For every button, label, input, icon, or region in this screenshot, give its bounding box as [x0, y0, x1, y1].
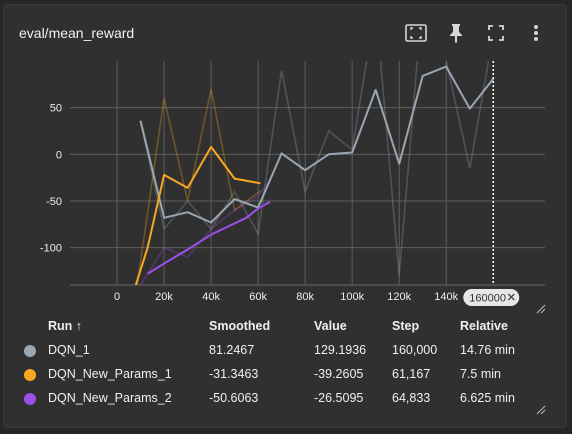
- card-header: eval/mean_reward: [4, 5, 566, 61]
- smoothed-series-line: [139, 65, 495, 224]
- x-tick-label: 80k: [296, 291, 314, 303]
- smoothed-value: 81.2467: [209, 343, 255, 357]
- run-color-dot: [24, 345, 36, 357]
- x-tick-label: 60k: [249, 291, 267, 303]
- step-value: 64,833: [392, 391, 431, 405]
- table-row[interactable]: DQN_1 81.2467 129.1936 160,000 14.76 min: [4, 339, 568, 363]
- col-header-smoothed[interactable]: Smoothed: [209, 319, 270, 333]
- col-header-value[interactable]: Value: [314, 319, 347, 333]
- relative-time: 6.625 min: [460, 391, 515, 405]
- y-tick-label: -100: [40, 243, 62, 255]
- x-tick-label: 40k: [202, 291, 220, 303]
- step-value: 160,000: [392, 343, 438, 357]
- raw-series-line: [139, 61, 490, 276]
- x-tick-label: 120k: [387, 291, 411, 303]
- table-row[interactable]: DQN_New_Params_2 -50.6063 -26.5095 64,83…: [4, 387, 568, 411]
- raw-value: -26.5095: [314, 391, 364, 405]
- run-color-dot: [24, 369, 36, 381]
- smoothed-series-line: [147, 201, 271, 275]
- smoothed-value: -31.3463: [209, 367, 259, 381]
- run-name: DQN_New_Params_2: [48, 391, 172, 405]
- relative-time: 14.76 min: [460, 343, 515, 357]
- step-chip-label: 160000: [469, 293, 506, 305]
- col-header-run[interactable]: Run ↑: [48, 319, 82, 333]
- fullscreen-icon[interactable]: [484, 21, 508, 45]
- x-tick-label: 0: [114, 291, 120, 303]
- line-chart[interactable]: -100 -50 0 50 0 20k 40k 60k 80k 100k 120k 140k 16000…: [4, 59, 568, 315]
- x-tick-label: 140k: [434, 291, 458, 303]
- scalar-card: eval/mean_reward -100 -50 0 50 0 20k 40k 60k 80k…: [3, 4, 567, 428]
- table-resize-handle[interactable]: [536, 405, 546, 415]
- step-value: 61,167: [392, 367, 431, 381]
- card-title: eval/mean_reward: [19, 25, 135, 41]
- x-tick-label: 100k: [340, 291, 364, 303]
- chart-resize-handle[interactable]: [536, 304, 546, 314]
- pin-icon[interactable]: [444, 21, 468, 45]
- table-row[interactable]: DQN_New_Params_1 -31.3463 -39.2605 61,16…: [4, 363, 568, 387]
- y-tick-label: -50: [46, 196, 62, 208]
- raw-value: -39.2605: [314, 367, 364, 381]
- run-name: DQN_New_Params_1: [48, 367, 172, 381]
- col-header-relative[interactable]: Relative: [460, 319, 508, 333]
- relative-time: 7.5 min: [460, 367, 501, 381]
- run-name: DQN_1: [48, 343, 90, 357]
- y-tick-label: 0: [56, 149, 62, 161]
- fit-domain-icon[interactable]: [404, 21, 428, 45]
- more-vert-icon[interactable]: [524, 21, 548, 45]
- chart-svg: -100 -50 0 50 0 20k 40k 60k 80k 100k 120k 140k 16000…: [40, 61, 545, 306]
- y-tick-label: 50: [50, 103, 62, 115]
- smoothed-value: -50.6063: [209, 391, 259, 405]
- col-header-step[interactable]: Step: [392, 319, 419, 333]
- raw-value: 129.1936: [314, 343, 367, 357]
- x-tick-label: 20k: [155, 291, 173, 303]
- run-color-dot: [24, 393, 36, 405]
